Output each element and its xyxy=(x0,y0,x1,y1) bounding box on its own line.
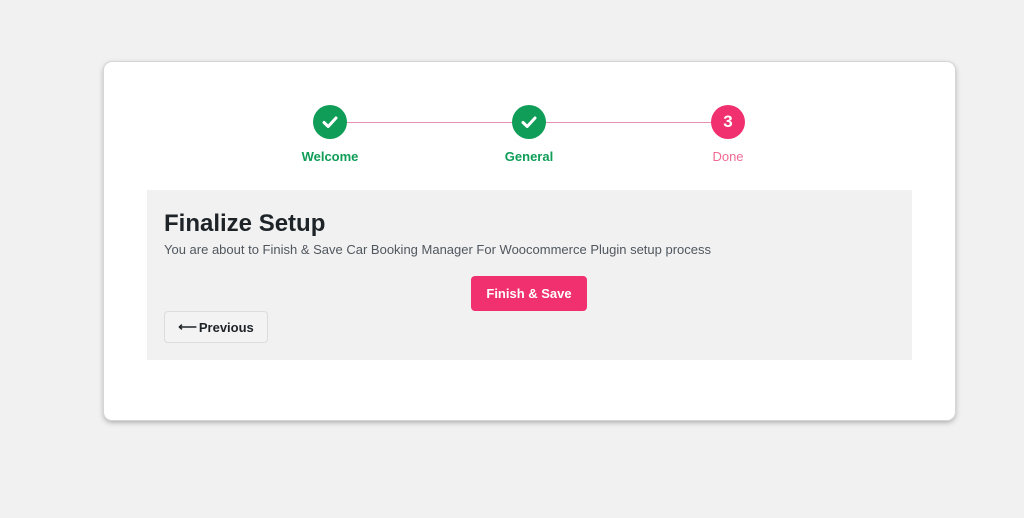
step-general-label: General xyxy=(504,149,554,164)
step-done-label: Done xyxy=(712,149,744,164)
step-welcome-circle xyxy=(313,105,347,139)
step-general-circle xyxy=(512,105,546,139)
finalize-panel: Finalize Setup You are about to Finish &… xyxy=(147,190,912,360)
check-icon xyxy=(521,116,537,128)
arrow-left-icon: ⟵ xyxy=(178,319,197,334)
page-title: Finalize Setup xyxy=(164,210,326,237)
step-done: 3 Done xyxy=(678,105,778,164)
setup-stepper: Welcome General 3 Done xyxy=(104,62,955,182)
previous-button-label: Previous xyxy=(198,319,254,335)
previous-button[interactable]: ⟵ Previous xyxy=(164,311,268,343)
setup-wizard-card: Welcome General 3 Done Finalize Setup Yo… xyxy=(104,62,955,420)
step-welcome-label: Welcome xyxy=(301,149,359,164)
step-welcome[interactable]: Welcome xyxy=(280,105,380,164)
check-icon xyxy=(322,116,338,128)
step-done-number: 3 xyxy=(711,105,745,139)
step-general[interactable]: General xyxy=(479,105,579,164)
setup-description: You are about to Finish & Save Car Booki… xyxy=(164,242,712,257)
finish-save-button[interactable]: Finish & Save xyxy=(471,276,587,311)
